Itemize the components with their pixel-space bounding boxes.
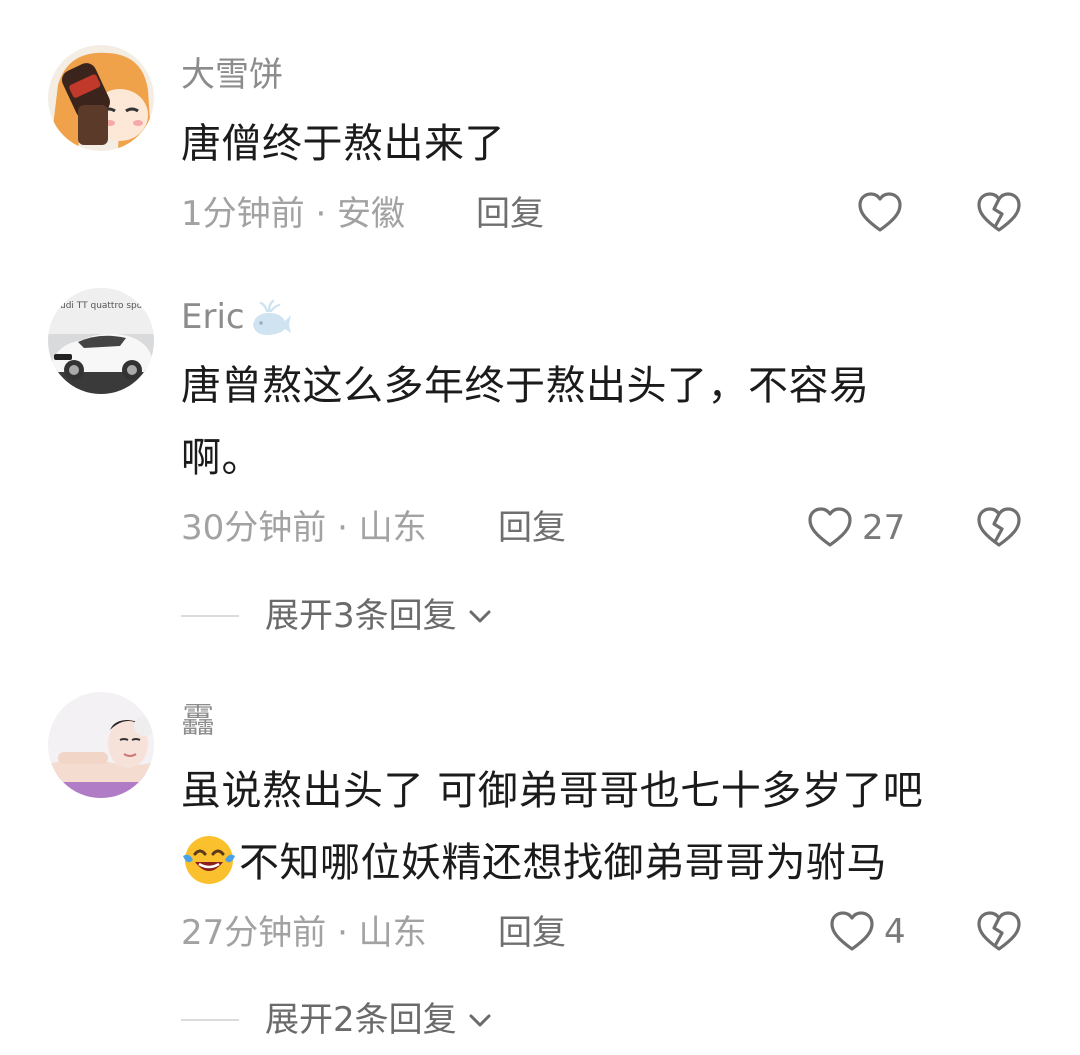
avatar[interactable] — [48, 692, 154, 798]
laughing-crying-emoji-icon — [183, 836, 235, 884]
author-name[interactable]: 靐 — [181, 701, 215, 741]
comment-text-line-with-emoji: 不知哪位妖精还想找御弟哥哥为驸马 — [181, 827, 1021, 899]
expand-replies-button[interactable]: 展开2条回复 — [181, 1000, 495, 1040]
comment-text-line: 不知哪位妖精还想找御弟哥哥为驸马 — [239, 840, 887, 886]
comment-item: 靐 虽说熬出头了 可御弟哥哥也七十多岁了吧 不知哪位妖精还想找御弟哥哥为驸马 2… — [0, 0, 1080, 1055]
comment-meta: 27分钟前 · 山东 — [181, 913, 427, 953]
portrait-photo-avatar-icon — [48, 692, 154, 798]
chevron-down-icon — [469, 1014, 491, 1027]
divider-dash — [181, 1019, 239, 1021]
author-name-text: 靐 — [181, 701, 215, 741]
broken-heart-icon — [977, 911, 1021, 951]
comment-text: 虽说熬出头了 可御弟哥哥也七十多岁了吧 不知哪位妖精还想找御弟哥哥为驸马 — [181, 755, 1021, 899]
dislike-button[interactable] — [975, 908, 1023, 960]
comment-text-line: 虽说熬出头了 可御弟哥哥也七十多岁了吧 — [181, 768, 924, 814]
like-button[interactable]: 4 — [828, 908, 906, 956]
heart-icon — [830, 911, 874, 951]
reply-button[interactable]: 回复 — [498, 913, 566, 953]
expand-replies-label: 展开2条回复 — [265, 1000, 457, 1040]
like-count: 4 — [884, 912, 906, 952]
